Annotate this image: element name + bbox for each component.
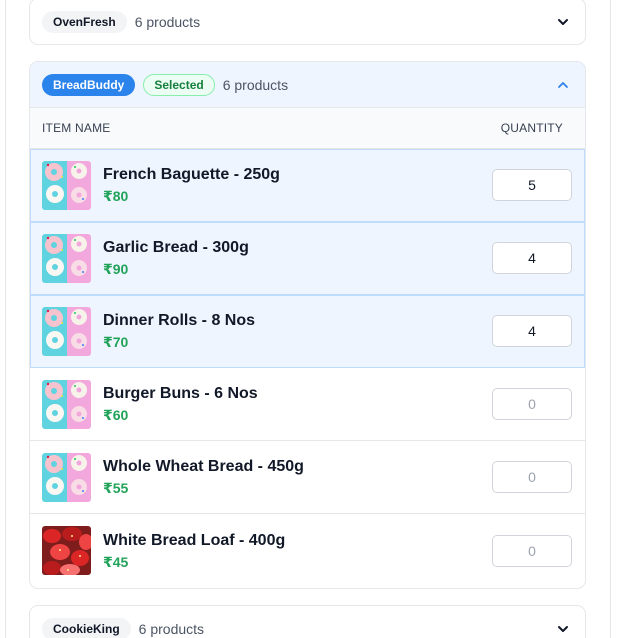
- product-image: [42, 160, 91, 210]
- product-info: White Bread Loaf - 400g ₹45: [103, 531, 285, 571]
- quantity-input[interactable]: 0: [492, 461, 572, 493]
- product-info: Whole Wheat Bread - 450g ₹55: [103, 457, 304, 497]
- vendor-header-breadbuddy[interactable]: BreadBuddy Selected 6 products: [30, 62, 585, 108]
- vendor-card-ovenfresh: OvenFresh 6 products: [29, 0, 586, 45]
- product-name: Garlic Bread - 300g: [103, 239, 249, 256]
- product-count: 6 products: [134, 14, 201, 30]
- product-info: French Baguette - 250g ₹80: [103, 165, 280, 205]
- product-list: French Baguette - 250g ₹80 5 Garlic Brea…: [30, 149, 585, 587]
- selected-badge: Selected: [143, 73, 215, 96]
- vendor-card-cookieking: CookieKing 6 products: [29, 605, 586, 638]
- quantity-input[interactable]: 4: [492, 315, 572, 347]
- product-price: ₹55: [103, 480, 129, 496]
- quantity-input[interactable]: 5: [492, 169, 572, 201]
- product-info: Burger Buns - 6 Nos ₹60: [103, 384, 258, 424]
- column-item-name: ITEM NAME: [42, 121, 111, 135]
- product-price: ₹60: [103, 407, 129, 423]
- product-image: [42, 233, 91, 283]
- product-row[interactable]: Dinner Rolls - 8 Nos ₹70 4: [30, 295, 585, 368]
- chevron-up-icon[interactable]: [555, 77, 571, 93]
- product-count: 6 products: [222, 76, 289, 93]
- product-info: Garlic Bread - 300g ₹90: [103, 238, 249, 278]
- vendor-header-ovenfresh[interactable]: OvenFresh 6 products: [30, 0, 585, 44]
- table-header: ITEM NAME QUANTITY: [30, 108, 585, 149]
- vendor-chip: BreadBuddy: [42, 73, 136, 96]
- quantity-input[interactable]: 0: [492, 534, 572, 567]
- product-image: [42, 379, 91, 429]
- product-image: [42, 306, 91, 356]
- product-name: Whole Wheat Bread - 450g: [103, 458, 304, 475]
- quantity-input[interactable]: 4: [492, 242, 572, 274]
- chevron-down-icon[interactable]: [555, 621, 571, 637]
- product-image: [42, 526, 91, 575]
- product-price: ₹70: [103, 334, 129, 350]
- vendor-header-cookieking[interactable]: CookieKing 6 products: [30, 606, 585, 638]
- product-price: ₹80: [103, 188, 129, 204]
- product-image: [42, 452, 91, 502]
- product-row[interactable]: Whole Wheat Bread - 450g ₹55 0: [30, 441, 585, 514]
- column-quantity: QUANTITY: [500, 121, 563, 135]
- product-info: Dinner Rolls - 8 Nos ₹70: [103, 311, 255, 351]
- vendor-card-breadbuddy: BreadBuddy Selected 6 products ITEM NAME…: [29, 61, 586, 589]
- product-name: French Baguette - 250g: [103, 166, 280, 183]
- product-count: 6 products: [138, 621, 205, 637]
- chevron-down-icon[interactable]: [555, 14, 571, 30]
- vendor-chip: CookieKing: [42, 618, 131, 638]
- product-row[interactable]: Burger Buns - 6 Nos ₹60 0: [30, 368, 585, 441]
- quantity-input[interactable]: 0: [492, 388, 572, 420]
- vendor-chip: OvenFresh: [42, 11, 127, 33]
- product-price: ₹90: [103, 261, 129, 277]
- product-row[interactable]: White Bread Loaf - 400g ₹45 0: [30, 514, 585, 587]
- product-row[interactable]: French Baguette - 250g ₹80 5: [30, 149, 585, 222]
- product-name: Dinner Rolls - 8 Nos: [103, 312, 256, 329]
- product-price: ₹45: [103, 553, 129, 570]
- product-name: White Bread Loaf - 400g: [103, 531, 286, 549]
- product-name: Burger Buns - 6 Nos: [103, 385, 258, 402]
- product-row[interactable]: Garlic Bread - 300g ₹90 4: [30, 222, 585, 295]
